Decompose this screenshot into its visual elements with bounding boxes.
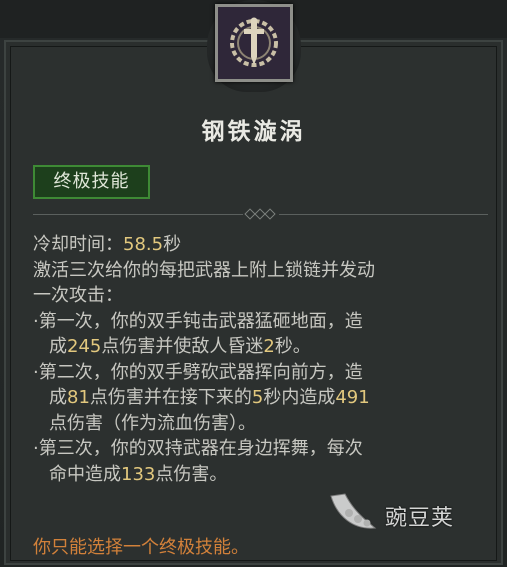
chained-sword-icon-graphic	[218, 7, 290, 79]
cooldown-label: 冷却时间：	[33, 234, 123, 255]
ultimate-restriction-note: 你只能选择一个终极技能。	[33, 537, 249, 558]
chained-sword-icon	[215, 4, 293, 82]
bullet-item-1-cont: 成245点伤害并使敌人昏迷2秒。	[49, 336, 311, 357]
bullet-item-1: ·第一次，你的双手钝击武器猛砸地面，造	[33, 309, 488, 335]
watermark: 豌豆荚	[325, 486, 475, 536]
bullet-item-2-cont: 成81点伤害并在接下来的5秒内造成491	[49, 387, 370, 408]
bullet-item-2: ·第二次，你的双手劈砍武器挥向前方，造	[33, 360, 488, 386]
cooldown-value: 58.5	[123, 234, 164, 255]
bullet-3-line1: 第三次，你的双持武器在身边挥舞，每次	[38, 438, 363, 459]
skill-title: 钢铁漩涡	[201, 118, 306, 145]
duration-value: 5	[251, 387, 264, 408]
skill-emblem	[207, 0, 301, 92]
intro-text-line2: 一次攻击：	[33, 285, 123, 306]
bullet-item-3: ·第三次，你的双持武器在身边挥舞，每次	[33, 436, 488, 462]
wandoujia-logo-icon	[330, 493, 377, 529]
bullet-2-line1: 第二次，你的双手劈砍武器挥向前方，造	[38, 361, 363, 383]
bullet-item-2-cont2: 点伤害（作为流血伤害）。	[49, 412, 256, 434]
section-divider	[33, 208, 488, 220]
bullet-item-3-cont: 命中造成133点伤害。	[49, 463, 228, 485]
stun-duration-value: 2	[263, 336, 275, 357]
skill-category-badge: 终极技能	[33, 165, 150, 199]
watermark-text: 豌豆荚	[385, 506, 455, 531]
damage-value: 245	[67, 336, 102, 357]
intro-text-line1: 激活三次给你的每把武器上附上锁链并发动	[33, 259, 375, 281]
bullet-1-line1: 第一次，你的双手钝击武器猛砸地面，造	[38, 310, 363, 332]
skill-description: 冷却时间：58.5秒 激活三次给你的每把武器上附上锁链并发动 一次攻击： ·第一…	[33, 232, 488, 487]
bleed-damage-value: 491	[335, 387, 370, 408]
damage-value: 133	[121, 463, 156, 485]
damage-value: 81	[67, 387, 90, 408]
cooldown-line: 冷却时间：58.5秒	[33, 232, 488, 258]
cooldown-unit: 秒	[163, 234, 182, 255]
